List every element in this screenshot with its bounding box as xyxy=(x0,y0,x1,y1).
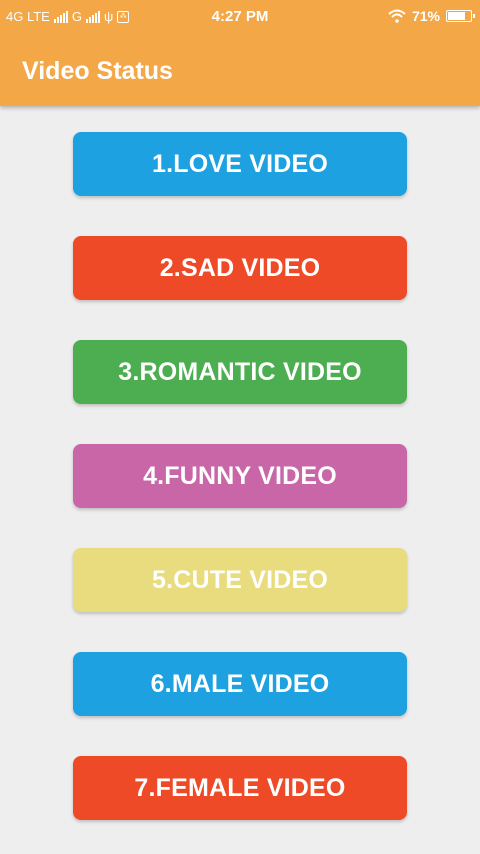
app-bar: 4G LTE G ψ ⁂ 4:27 PM 71% Video Status xyxy=(0,0,480,106)
sad-video-button[interactable]: 2.SAD VIDEO xyxy=(73,236,407,300)
male-video-button[interactable]: 6.MALE VIDEO xyxy=(73,652,407,716)
page-title: Video Status xyxy=(22,57,173,85)
funny-video-button[interactable]: 4.FUNNY VIDEO xyxy=(73,444,407,508)
status-right: 71% xyxy=(388,8,475,24)
wifi-icon xyxy=(388,9,406,23)
battery-percent: 71% xyxy=(411,8,440,24)
love-video-button[interactable]: 1.LOVE VIDEO xyxy=(73,132,407,196)
cute-video-button[interactable]: 5.CUTE VIDEO xyxy=(73,548,407,612)
romantic-video-button[interactable]: 3.ROMANTIC VIDEO xyxy=(73,340,407,404)
battery-icon xyxy=(446,10,475,22)
status-bar: 4G LTE G ψ ⁂ 4:27 PM 71% xyxy=(0,0,480,34)
female-video-button[interactable]: 7.FEMALE VIDEO xyxy=(73,756,407,820)
